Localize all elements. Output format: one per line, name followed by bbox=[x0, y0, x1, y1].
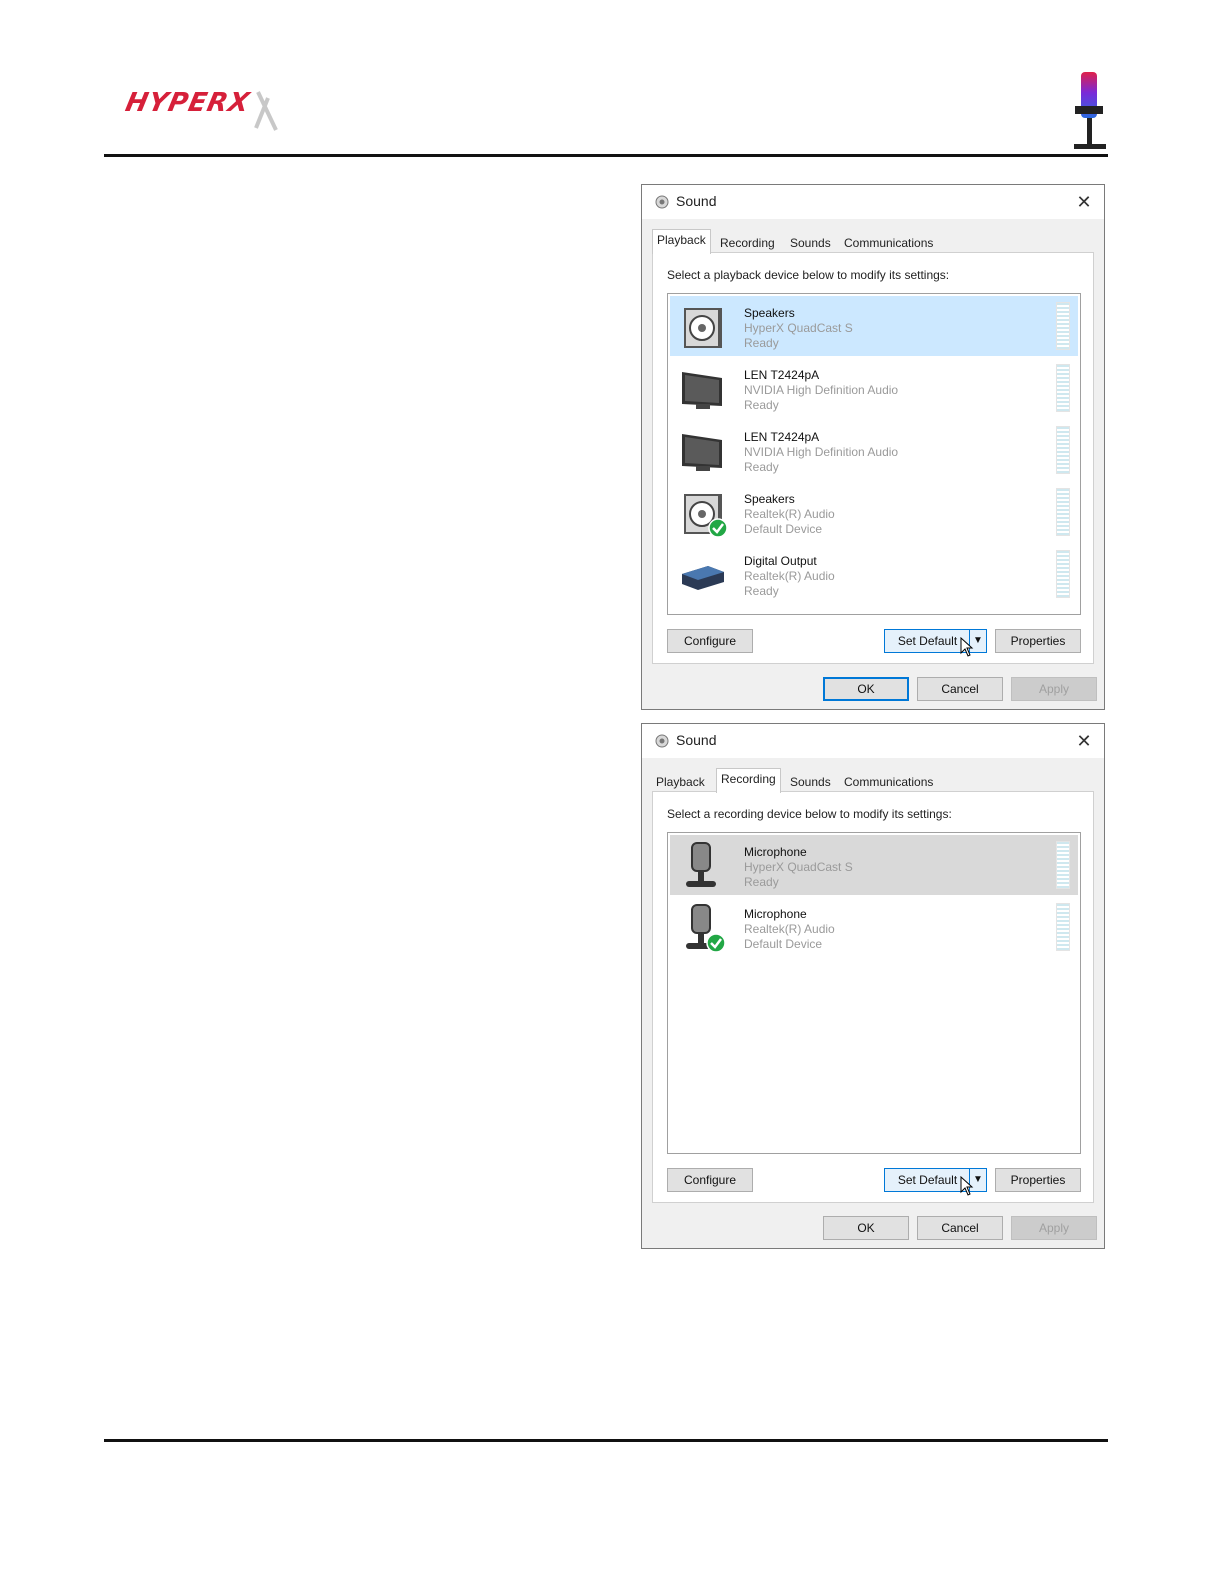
tab-playback[interactable]: Playback bbox=[652, 772, 709, 792]
configure-button[interactable]: Configure bbox=[667, 629, 753, 653]
device-driver: Realtek(R) Audio bbox=[744, 922, 835, 936]
sound-dialog-recording: Sound ✕ Playback Recording Sounds Commun… bbox=[641, 723, 1105, 1249]
device-name: Speakers bbox=[744, 306, 795, 320]
device-item[interactable]: Microphone Realtek(R) Audio Default Devi… bbox=[670, 897, 1078, 957]
device-status: Ready bbox=[744, 398, 779, 412]
tab-playback[interactable]: Playback bbox=[652, 229, 711, 254]
cancel-button[interactable]: Cancel bbox=[917, 677, 1003, 701]
microphone-icon bbox=[686, 904, 726, 953]
title-bar: Sound ✕ bbox=[642, 724, 1104, 758]
device-item[interactable]: Digital Output Realtek(R) Audio Ready bbox=[670, 544, 1078, 604]
device-item[interactable]: Speakers Realtek(R) Audio Default Device bbox=[670, 482, 1078, 542]
tab-sounds[interactable]: Sounds bbox=[786, 233, 835, 253]
level-meter bbox=[1056, 364, 1070, 412]
tab-recording[interactable]: Recording bbox=[716, 768, 781, 793]
device-status: Default Device bbox=[744, 522, 823, 536]
default-check-icon bbox=[708, 518, 728, 538]
device-driver: Realtek(R) Audio bbox=[744, 569, 835, 583]
mouse-cursor-icon bbox=[960, 637, 974, 657]
device-name: LEN T2424pA bbox=[744, 430, 820, 444]
cancel-button[interactable]: Cancel bbox=[917, 1216, 1003, 1240]
device-name: Microphone bbox=[744, 845, 807, 859]
properties-button[interactable]: Properties bbox=[995, 629, 1081, 653]
instruction-text: Select a recording device below to modif… bbox=[667, 807, 952, 821]
ok-button[interactable]: OK bbox=[823, 677, 909, 701]
level-meter bbox=[1056, 302, 1070, 350]
dialog-title: Sound bbox=[676, 732, 717, 748]
device-item[interactable]: Speakers HyperX QuadCast S Ready bbox=[670, 296, 1078, 356]
device-driver: HyperX QuadCast S bbox=[744, 321, 853, 335]
tab-panel: Select a playback device below to modify… bbox=[652, 252, 1094, 664]
speaker-icon bbox=[684, 494, 728, 538]
level-meter bbox=[1056, 841, 1070, 889]
tab-communications[interactable]: Communications bbox=[840, 772, 938, 792]
device-item[interactable]: Microphone HyperX QuadCast S Ready bbox=[670, 835, 1078, 895]
monitor-icon bbox=[682, 372, 722, 409]
device-item[interactable]: LEN T2424pA NVIDIA High Definition Audio… bbox=[670, 420, 1078, 480]
device-driver: HyperX QuadCast S bbox=[744, 860, 853, 874]
device-status: Ready bbox=[744, 460, 779, 474]
header-divider bbox=[104, 154, 1108, 157]
device-item[interactable]: LEN T2424pA NVIDIA High Definition Audio… bbox=[670, 358, 1078, 418]
ok-button[interactable]: OK bbox=[823, 1216, 909, 1240]
device-driver: Realtek(R) Audio bbox=[744, 507, 835, 521]
level-meter bbox=[1056, 550, 1070, 598]
device-name: Speakers bbox=[744, 492, 795, 506]
set-default-label: Set Default bbox=[897, 634, 958, 648]
device-driver: NVIDIA High Definition Audio bbox=[744, 383, 899, 397]
level-meter bbox=[1056, 426, 1070, 474]
sound-app-icon bbox=[655, 195, 669, 209]
sound-app-icon bbox=[655, 734, 669, 748]
device-name: Digital Output bbox=[744, 554, 817, 568]
monitor-icon bbox=[682, 434, 722, 471]
hyperx-logo-text: HYPERX bbox=[122, 88, 253, 118]
quadcast-microphone-icon bbox=[1070, 70, 1110, 154]
configure-button[interactable]: Configure bbox=[667, 1168, 753, 1192]
instruction-text: Select a playback device below to modify… bbox=[667, 268, 950, 282]
close-button[interactable]: ✕ bbox=[1064, 185, 1104, 219]
digital-output-icon bbox=[682, 566, 724, 590]
device-list: Microphone HyperX QuadCast S Ready Micro… bbox=[667, 832, 1081, 1154]
device-driver: NVIDIA High Definition Audio bbox=[744, 445, 899, 459]
mouse-cursor-icon bbox=[960, 1176, 974, 1196]
default-check-icon bbox=[706, 933, 726, 953]
device-name: LEN T2424pA bbox=[744, 368, 820, 382]
level-meter bbox=[1056, 903, 1070, 951]
speaker-icon bbox=[684, 308, 722, 348]
apply-button[interactable]: Apply bbox=[1011, 1216, 1097, 1240]
properties-button[interactable]: Properties bbox=[995, 1168, 1081, 1192]
footer-divider bbox=[104, 1439, 1108, 1442]
close-button[interactable]: ✕ bbox=[1064, 724, 1104, 758]
device-status: Ready bbox=[744, 584, 779, 598]
device-list: Speakers HyperX QuadCast S Ready LEN T24… bbox=[667, 293, 1081, 615]
set-default-label: Set Default bbox=[897, 1173, 958, 1187]
device-status: Ready bbox=[744, 336, 779, 350]
hyperx-logo: HYPERX bbox=[118, 78, 298, 144]
device-status: Default Device bbox=[744, 937, 823, 951]
sound-dialog-playback: Sound ✕ Playback Recording Sounds Commun… bbox=[641, 184, 1105, 710]
dialog-title: Sound bbox=[676, 193, 717, 209]
tab-communications[interactable]: Communications bbox=[840, 233, 938, 253]
microphone-icon bbox=[686, 842, 716, 887]
tab-sounds[interactable]: Sounds bbox=[786, 772, 835, 792]
device-status: Ready bbox=[744, 875, 779, 889]
device-name: Microphone bbox=[744, 907, 807, 921]
apply-button[interactable]: Apply bbox=[1011, 677, 1097, 701]
level-meter bbox=[1056, 488, 1070, 536]
tab-panel: Select a recording device below to modif… bbox=[652, 791, 1094, 1203]
title-bar: Sound ✕ bbox=[642, 185, 1104, 219]
tab-recording[interactable]: Recording bbox=[716, 233, 779, 253]
